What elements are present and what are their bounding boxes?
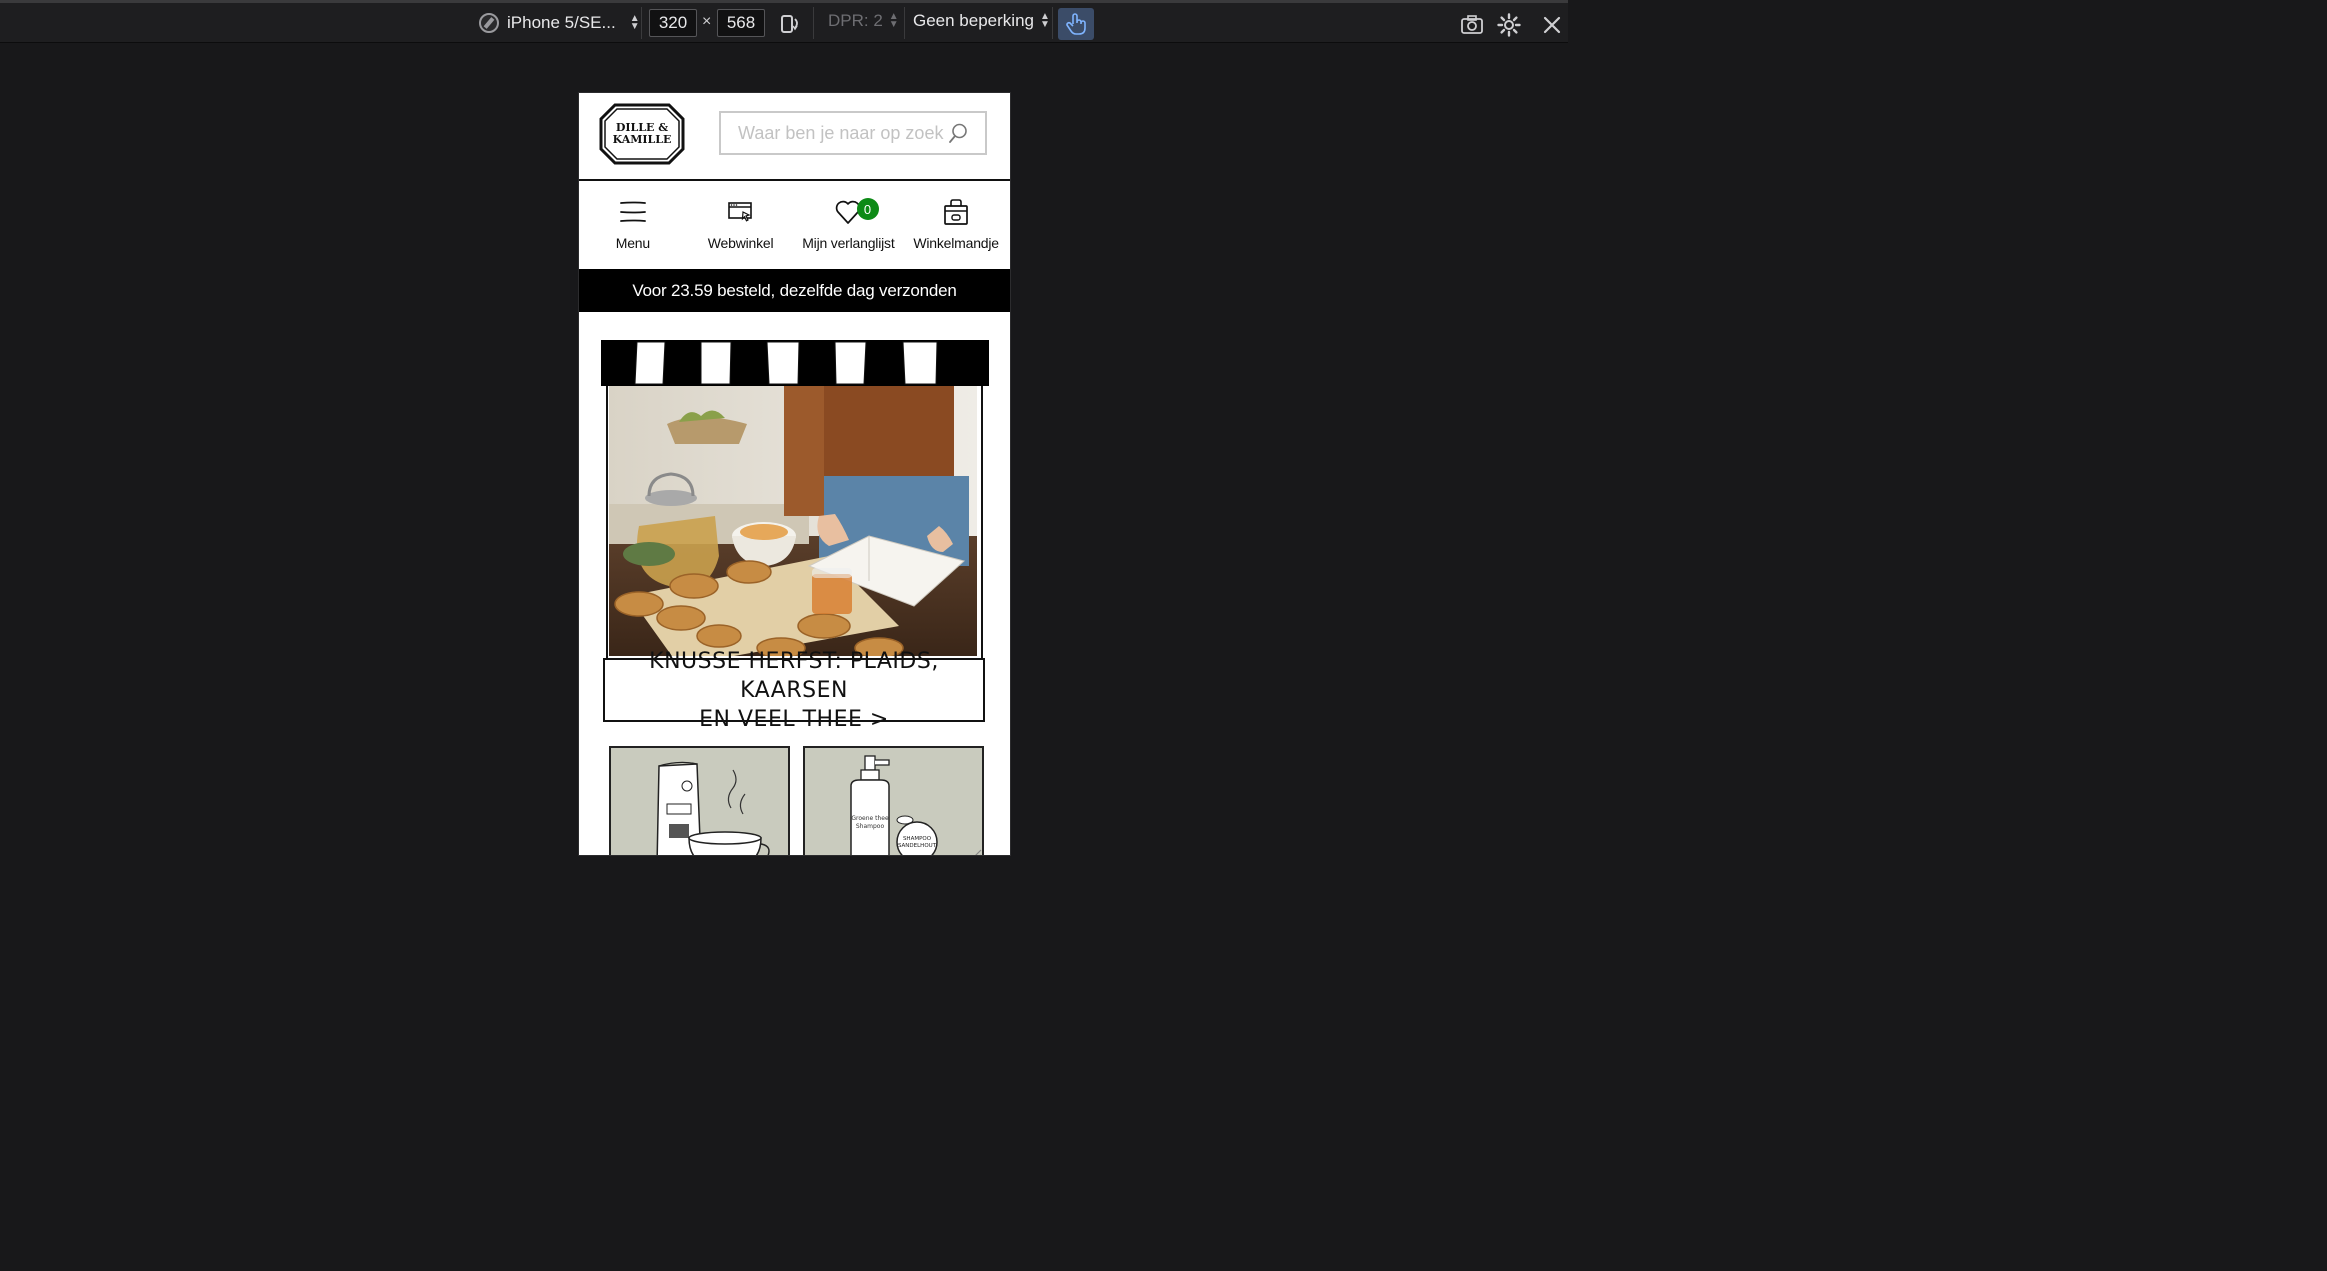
separator (904, 7, 905, 39)
menu-icon (619, 201, 646, 222)
tea-illustration (656, 761, 770, 855)
hero-caption-link[interactable]: KNUSSE HERFST: PLAIDS, KAARSEN EN VEEL T… (603, 649, 985, 732)
nav-label-basket: Winkelmandje (913, 235, 999, 251)
separator (641, 7, 642, 39)
logo-text-line2: KAMILLE (613, 133, 672, 146)
search-box (719, 111, 987, 155)
viewport-height-input[interactable]: 568 (717, 9, 765, 37)
hero-photo-tea-scene (609, 386, 977, 656)
main-nav: Menu Webwinkel 0 Mijn verlanglijst Winke… (579, 181, 1010, 269)
close-icon[interactable] (1540, 13, 1564, 37)
svg-text:SHAMPOO: SHAMPOO (903, 836, 932, 842)
nav-label-menu: Menu (615, 235, 650, 251)
nav-webshop[interactable]: Webwinkel (687, 181, 795, 269)
updown-arrows-icon: ▲ ▼ (888, 11, 899, 30)
site-header: DILLE & KAMILLE (579, 93, 1010, 181)
throttling-label: Geen beperking (913, 11, 1034, 30)
emulated-viewport: DILLE & KAMILLE Menu Webwinkel (578, 92, 1011, 856)
dimension-separator: × (702, 13, 712, 30)
search-icon[interactable] (947, 122, 969, 144)
updown-arrows-icon: ▲ ▼ (1039, 11, 1050, 30)
basket-icon (944, 199, 968, 225)
webshop-icon (727, 202, 752, 222)
search-input[interactable] (721, 115, 947, 151)
network-throttling-selector[interactable]: Geen beperking ▲ ▼ (913, 11, 1050, 31)
hero-caption-line2: EN VEEL THEE > (699, 706, 889, 732)
dpr-label: DPR: 2 (828, 11, 883, 30)
device-name: iPhone 5/SE... (507, 13, 616, 32)
svg-text:Groene thee: Groene thee (851, 815, 889, 822)
nav-menu[interactable]: Menu (579, 181, 687, 269)
separator (813, 7, 814, 39)
responsive-toolbar: iPhone 5/SE... ▲ ▼ 320 × 568 DPR: 2 ▲ ▼ Ge… (0, 0, 1568, 43)
nav-basket[interactable]: Winkelmandje (902, 181, 1010, 269)
separator (1052, 7, 1053, 39)
screenshot-icon[interactable] (1460, 13, 1484, 37)
device-selector[interactable]: iPhone 5/SE... ▲ ▼ (479, 9, 640, 37)
updown-arrows-icon: ▲ ▼ (629, 13, 640, 32)
hero-caption-line1: KNUSSE HERFST: PLAIDS, KAARSEN (649, 648, 939, 703)
nav-label-webshop: Webwinkel (707, 235, 774, 251)
dpr-selector[interactable]: DPR: 2 ▲ ▼ (828, 11, 899, 31)
category-tile-tea[interactable] (609, 746, 790, 855)
rotate-device-icon[interactable] (780, 13, 802, 35)
touch-simulation-button[interactable] (1058, 8, 1094, 40)
svg-text:SANDELHOUT: SANDELHOUT (898, 843, 937, 849)
category-tiles: Groene thee Shampoo SHAMPOO SANDELHOUT (609, 746, 989, 856)
shampoo-illustration: Groene thee Shampoo SHAMPOO SANDELHOUT (850, 755, 938, 855)
nav-wishlist[interactable]: 0 Mijn verlanglijst (795, 181, 903, 269)
nav-label-wishlist: Mijn verlanglijst (802, 235, 895, 251)
viewport-width-input[interactable]: 320 (649, 9, 697, 37)
hero-banner[interactable]: KNUSSE HERFST: PLAIDS, KAARSEN EN VEEL T… (601, 338, 989, 732)
dille-kamille-logo[interactable]: DILLE & KAMILLE (599, 103, 685, 165)
striped-awning (601, 340, 989, 386)
shipping-promo-bar: Voor 23.59 besteld, dezelfde dag verzond… (579, 269, 1010, 312)
category-tile-shampoo[interactable]: Groene thee Shampoo SHAMPOO SANDELHOUT (803, 746, 984, 856)
touch-simulation-icon (1066, 13, 1086, 35)
compass-icon (479, 13, 499, 33)
svg-text:Shampoo: Shampoo (856, 823, 885, 830)
wishlist-count-badge: 0 (856, 198, 879, 220)
resize-handle-icon[interactable] (964, 846, 982, 856)
settings-icon[interactable] (1497, 13, 1521, 37)
